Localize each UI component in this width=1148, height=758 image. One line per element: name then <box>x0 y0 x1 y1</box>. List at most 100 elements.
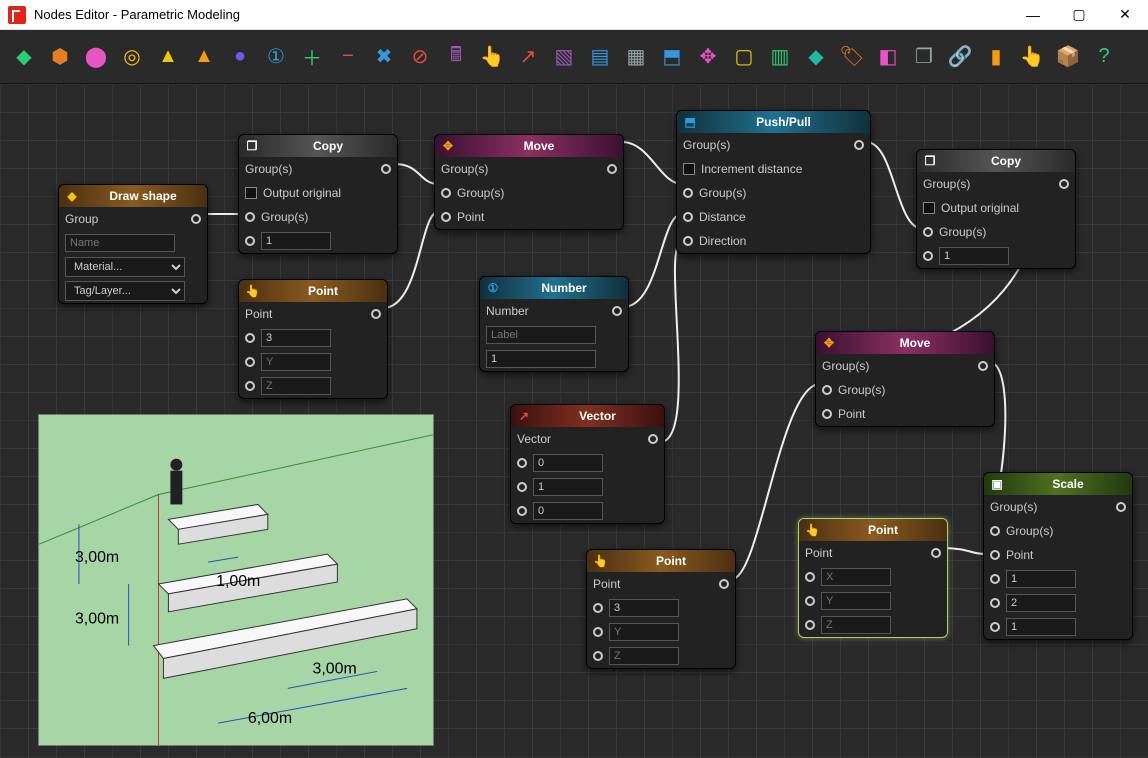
node-point[interactable]: 👆 Point Point <box>586 549 736 669</box>
z-port[interactable] <box>805 620 815 630</box>
tool-box-icon[interactable]: 📦 <box>1052 41 1084 73</box>
output-original-checkbox[interactable] <box>923 202 935 214</box>
node-header[interactable]: 👆 Point <box>587 550 735 572</box>
tool-pointer2-icon[interactable]: 👆 <box>1016 41 1048 73</box>
output-port[interactable] <box>854 140 864 150</box>
output-port[interactable] <box>931 548 941 558</box>
x-input[interactable] <box>821 568 891 586</box>
node-move[interactable]: ✥ Move Group(s) Group(s) Point <box>434 134 624 230</box>
direction-port[interactable] <box>683 236 693 246</box>
y-input[interactable] <box>821 592 891 610</box>
point-port[interactable] <box>441 212 451 222</box>
sx-input[interactable] <box>1006 570 1076 588</box>
point-port[interactable] <box>822 409 832 419</box>
node-point[interactable]: 👆 Point Point <box>798 518 948 638</box>
tool-rect2-icon[interactable]: ▤ <box>584 41 616 73</box>
y-input[interactable] <box>609 623 679 641</box>
groups-port[interactable] <box>441 188 451 198</box>
value-input[interactable] <box>486 350 596 368</box>
output-port[interactable] <box>1059 179 1069 189</box>
node-header[interactable]: ◆ Draw shape <box>59 185 207 207</box>
node-header[interactable]: 👆 Point <box>239 280 387 302</box>
sy-input[interactable] <box>1006 594 1076 612</box>
tool-paint-icon[interactable]: ◆ <box>800 41 832 73</box>
node-header[interactable]: ✥ Move <box>816 332 994 354</box>
tool-rect1-icon[interactable]: ▧ <box>548 41 580 73</box>
y-input[interactable] <box>261 353 331 371</box>
node-vector[interactable]: ↗ Vector Vector <box>510 404 665 524</box>
minimize-button[interactable]: — <box>1010 0 1056 29</box>
sz-port[interactable] <box>990 622 1000 632</box>
z-input[interactable] <box>533 502 603 520</box>
node-number[interactable]: ① Number Number <box>479 276 629 372</box>
y-port[interactable] <box>805 596 815 606</box>
output-port[interactable] <box>612 306 622 316</box>
x-port[interactable] <box>245 333 255 343</box>
tool-tag-icon[interactable]: 🏷 <box>836 41 868 73</box>
z-port[interactable] <box>245 381 255 391</box>
tag-select[interactable]: Tag/Layer... <box>65 281 185 301</box>
tool-add-icon[interactable]: ＋ <box>296 41 328 73</box>
tool-pushpull-icon[interactable]: ⬒ <box>656 41 688 73</box>
tool-sphere-icon[interactable]: ● <box>224 41 256 73</box>
distance-port[interactable] <box>683 212 693 222</box>
tool-calculator-icon[interactable]: 🖩 <box>440 41 472 73</box>
node-point[interactable]: 👆 Point Point <box>238 279 388 399</box>
groups-port[interactable] <box>245 212 255 222</box>
node-scale[interactable]: ▣ Scale Group(s) Group(s) Point <box>983 472 1133 640</box>
tool-eraser-icon[interactable]: ◧ <box>872 41 904 73</box>
sz-input[interactable] <box>1006 618 1076 636</box>
y-port[interactable] <box>245 357 255 367</box>
tool-subtract-icon[interactable]: − <box>332 41 364 73</box>
output-port[interactable] <box>1116 502 1126 512</box>
node-canvas[interactable]: ◆ Draw shape Group Material... Tag/Layer… <box>0 84 1148 758</box>
z-port[interactable] <box>517 506 527 516</box>
tool-vector-icon[interactable]: ↗ <box>512 41 544 73</box>
node-copy[interactable]: ❐ Copy Group(s) Output original Group(s) <box>238 134 398 254</box>
tool-copy-icon[interactable]: ❐ <box>908 41 940 73</box>
tool-select-icon[interactable]: ▮ <box>980 41 1012 73</box>
z-input[interactable] <box>261 377 331 395</box>
x-input[interactable] <box>533 454 603 472</box>
x-port[interactable] <box>517 458 527 468</box>
output-original-checkbox[interactable] <box>245 187 257 199</box>
material-select[interactable]: Material... <box>65 257 185 277</box>
output-port[interactable] <box>978 361 988 371</box>
output-port[interactable] <box>371 309 381 319</box>
node-header[interactable]: ⬒ Push/Pull <box>677 111 870 133</box>
groups-port[interactable] <box>923 227 933 237</box>
node-pushpull[interactable]: ⬒ Push/Pull Group(s) Increment distance … <box>676 110 871 254</box>
node-draw-shape[interactable]: ◆ Draw shape Group Material... Tag/Layer… <box>58 184 208 304</box>
point-port[interactable] <box>990 550 1000 560</box>
tool-cone-icon[interactable]: ▲ <box>188 41 220 73</box>
x-port[interactable] <box>805 572 815 582</box>
z-input[interactable] <box>609 647 679 665</box>
node-header[interactable]: ❐ Copy <box>239 135 397 157</box>
name-input[interactable] <box>65 234 175 252</box>
z-port[interactable] <box>593 651 603 661</box>
tool-number1-icon[interactable]: ① <box>260 41 292 73</box>
output-port[interactable] <box>607 164 617 174</box>
tool-link-icon[interactable]: 🔗 <box>944 41 976 73</box>
x-input[interactable] <box>261 329 331 347</box>
output-port[interactable] <box>648 434 658 444</box>
x-input[interactable] <box>609 599 679 617</box>
y-port[interactable] <box>517 482 527 492</box>
count-input[interactable] <box>939 247 1009 265</box>
tool-rect4-icon[interactable]: ▢ <box>728 41 760 73</box>
tool-pointer-icon[interactable]: 👆 <box>476 41 508 73</box>
sy-port[interactable] <box>990 598 1000 608</box>
node-header[interactable]: 👆 Point <box>799 519 947 541</box>
tool-rect5-icon[interactable]: ▥ <box>764 41 796 73</box>
y-input[interactable] <box>533 478 603 496</box>
tool-help-icon[interactable]: ? <box>1088 41 1120 73</box>
sx-port[interactable] <box>990 574 1000 584</box>
maximize-button[interactable]: ▢ <box>1056 0 1102 29</box>
node-header[interactable]: ↗ Vector <box>511 405 664 427</box>
tool-cylinder-icon[interactable]: ⬤ <box>80 41 112 73</box>
tool-pyramid-icon[interactable]: ▲ <box>152 41 184 73</box>
output-port[interactable] <box>719 579 729 589</box>
node-header[interactable]: ✥ Move <box>435 135 623 157</box>
tool-rect3-icon[interactable]: ▦ <box>620 41 652 73</box>
tool-divide-icon[interactable]: ⊘ <box>404 41 436 73</box>
